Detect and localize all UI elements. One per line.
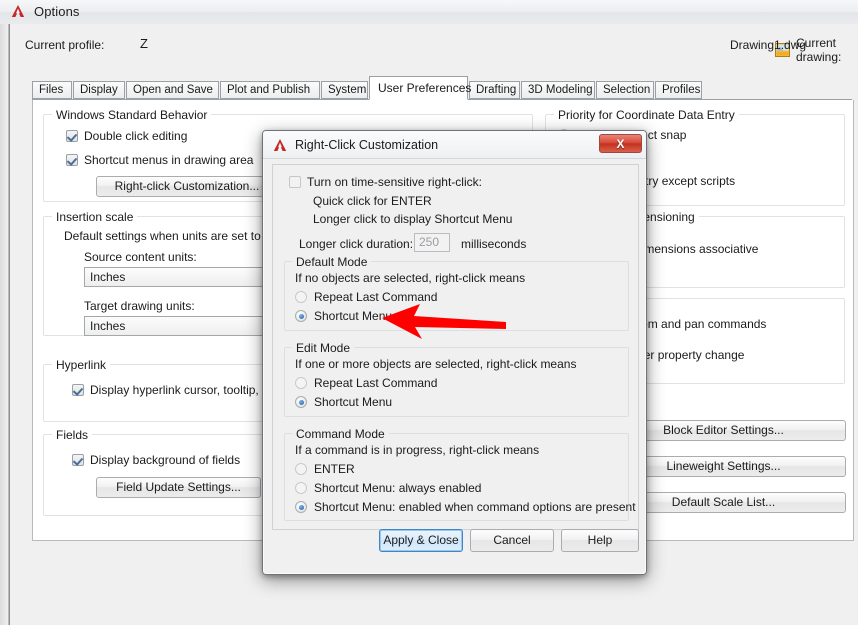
options-tab-strip: Files Display Open and Save Plot and Pub… bbox=[32, 76, 852, 100]
dialog-title: Right-Click Customization bbox=[295, 137, 439, 152]
longer-click-duration-input[interactable]: 250 bbox=[414, 233, 450, 252]
radio-dot-edit-shortcut-menu bbox=[295, 396, 307, 408]
checkbox-label-shortcut-menus: Shortcut menus in drawing area bbox=[84, 153, 254, 167]
longer-click-duration-label: Longer click duration: bbox=[299, 237, 414, 251]
tab-plot-and-publish[interactable]: Plot and Publish bbox=[220, 81, 320, 99]
radio-edit-repeat-last-command[interactable]: Repeat Last Command bbox=[295, 376, 437, 390]
checkbox-box-display-background-of-fields bbox=[72, 454, 84, 466]
dialog-title-bar: Right-Click Customization X bbox=[263, 131, 646, 159]
radio-dot-command-enter bbox=[295, 463, 307, 475]
command-mode-description: If a command is in progress, right-click… bbox=[295, 443, 540, 457]
longer-click-hint: Longer click to display Shortcut Menu bbox=[313, 212, 513, 226]
tab-files[interactable]: Files bbox=[32, 81, 72, 99]
checkbox-label-time-sensitive-right-click: Turn on time-sensitive right-click: bbox=[307, 175, 482, 189]
field-update-settings-button[interactable]: Field Update Settings... bbox=[96, 477, 261, 498]
checkbox-double-click-editing[interactable]: Double click editing bbox=[66, 129, 187, 143]
radio-dot-command-shortcut-always bbox=[295, 482, 307, 494]
radio-label-command-shortcut-when-options: Shortcut Menu: enabled when command opti… bbox=[314, 500, 636, 514]
radio-default-shortcut-menu[interactable]: Shortcut Menu bbox=[295, 309, 392, 323]
group-edit-mode: Edit Mode If one or more objects are sel… bbox=[284, 341, 629, 417]
radio-dot-default-shortcut-menu bbox=[295, 310, 307, 322]
radio-command-shortcut-always[interactable]: Shortcut Menu: always enabled bbox=[295, 481, 481, 495]
tab-profiles[interactable]: Profiles bbox=[655, 81, 702, 99]
tab-user-preferences[interactable]: User Preferences bbox=[369, 76, 471, 100]
group-default-mode: Default Mode If no objects are selected,… bbox=[284, 255, 629, 331]
apply-and-close-button[interactable]: Apply & Close bbox=[379, 529, 463, 552]
quick-click-hint: Quick click for ENTER bbox=[313, 194, 432, 208]
window-title-row: Options bbox=[10, 3, 80, 19]
group-command-mode: Command Mode If a command is in progress… bbox=[284, 427, 636, 521]
source-content-units-label: Source content units: bbox=[84, 250, 197, 264]
tab-3d-modeling[interactable]: 3D Modeling bbox=[521, 81, 595, 99]
radio-label-edit-repeat-last-command: Repeat Last Command bbox=[314, 376, 438, 390]
radio-default-repeat-last-command[interactable]: Repeat Last Command bbox=[295, 290, 437, 304]
tab-drafting[interactable]: Drafting bbox=[469, 81, 520, 99]
checkbox-label-double-click-editing: Double click editing bbox=[84, 129, 188, 143]
profile-row: Current profile: Z Current drawing: Draw… bbox=[20, 36, 850, 64]
checkbox-label-display-background-of-fields: Display background of fields bbox=[90, 453, 241, 467]
checkbox-box-display-hyperlink-cursor bbox=[72, 384, 84, 396]
right-click-customization-dialog: Right-Click Customization X Turn on time… bbox=[262, 130, 647, 575]
current-profile-label: Current profile: bbox=[25, 38, 105, 52]
radio-edit-shortcut-menu[interactable]: Shortcut Menu bbox=[295, 395, 392, 409]
radio-dot-command-shortcut-when-options bbox=[295, 501, 307, 513]
current-drawing-value: Drawing1.dwg bbox=[730, 38, 807, 52]
radio-command-shortcut-when-options[interactable]: Shortcut Menu: enabled when command opti… bbox=[295, 500, 636, 514]
window-title-bar: Options bbox=[0, 0, 858, 25]
target-drawing-units-label: Target drawing units: bbox=[84, 299, 195, 313]
radio-label-command-enter: ENTER bbox=[314, 462, 355, 476]
window-left-strip bbox=[0, 24, 9, 625]
edit-mode-description: If one or more objects are selected, rig… bbox=[295, 357, 577, 371]
tab-selection[interactable]: Selection bbox=[596, 81, 654, 99]
window-title: Options bbox=[34, 3, 80, 19]
options-window: Options Current profile: Z Current drawi… bbox=[0, 0, 858, 625]
right-click-customization-button[interactable]: Right-click Customization... bbox=[96, 176, 278, 197]
radio-dot-edit-repeat-last-command bbox=[295, 377, 307, 389]
checkbox-box-time-sensitive-right-click bbox=[289, 176, 301, 188]
checkbox-box-double-click-editing bbox=[66, 130, 78, 142]
group-title-fields: Fields bbox=[52, 428, 93, 442]
group-title-insertion-scale: Insertion scale bbox=[52, 210, 138, 224]
group-title-command-mode: Command Mode bbox=[292, 427, 389, 441]
radio-dot-default-repeat-last-command bbox=[295, 291, 307, 303]
current-profile-value: Z bbox=[140, 36, 148, 51]
radio-label-command-shortcut-always: Shortcut Menu: always enabled bbox=[314, 481, 482, 495]
group-title-default-mode: Default Mode bbox=[292, 255, 372, 269]
dialog-content-panel: Turn on time-sensitive right-click: Quic… bbox=[272, 164, 639, 530]
group-title-priority-coordinate-data-entry: Priority for Coordinate Data Entry bbox=[554, 108, 739, 122]
autocad-logo-icon bbox=[272, 137, 288, 153]
autocad-logo-icon bbox=[10, 3, 26, 19]
help-button[interactable]: Help bbox=[561, 529, 639, 552]
group-title-windows-standard-behavior: Windows Standard Behavior bbox=[52, 108, 212, 122]
tab-system[interactable]: System bbox=[321, 81, 368, 99]
checkbox-shortcut-menus[interactable]: Shortcut menus in drawing area bbox=[66, 153, 253, 167]
checkbox-display-background-of-fields[interactable]: Display background of fields bbox=[72, 453, 240, 467]
radio-label-edit-shortcut-menu: Shortcut Menu bbox=[314, 395, 393, 409]
default-mode-description: If no objects are selected, right-click … bbox=[295, 271, 526, 285]
cancel-button[interactable]: Cancel bbox=[470, 529, 554, 552]
radio-label-default-repeat-last-command: Repeat Last Command bbox=[314, 290, 438, 304]
checkbox-box-shortcut-menus bbox=[66, 154, 78, 166]
radio-label-default-shortcut-menu: Shortcut Menu bbox=[314, 309, 393, 323]
milliseconds-label: milliseconds bbox=[461, 237, 527, 251]
tab-open-and-save[interactable]: Open and Save bbox=[126, 81, 219, 99]
radio-command-enter[interactable]: ENTER bbox=[295, 462, 355, 476]
close-icon[interactable]: X bbox=[599, 134, 642, 153]
group-title-hyperlink: Hyperlink bbox=[52, 358, 111, 372]
group-title-edit-mode: Edit Mode bbox=[292, 341, 355, 355]
checkbox-time-sensitive-right-click[interactable]: Turn on time-sensitive right-click: bbox=[289, 175, 482, 189]
tab-display[interactable]: Display bbox=[73, 81, 125, 99]
